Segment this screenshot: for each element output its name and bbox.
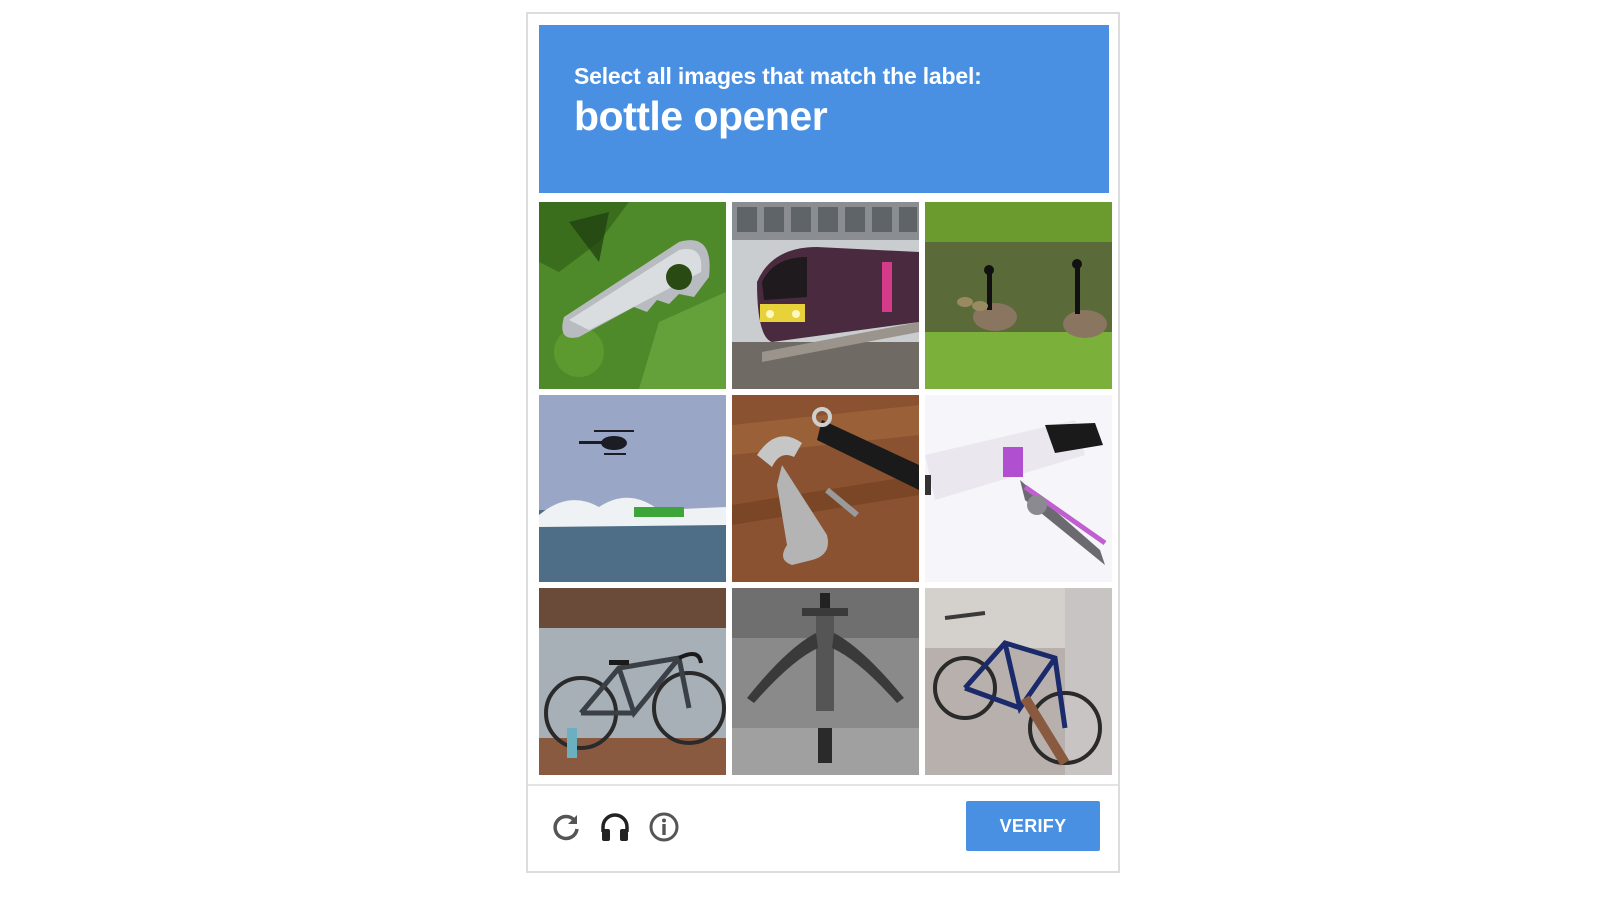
captcha-target-label: bottle opener: [574, 93, 828, 139]
image-grid: [539, 202, 1113, 776]
tile-bikes-parked[interactable]: [925, 588, 1112, 775]
headphones-icon[interactable]: [598, 810, 632, 844]
tile-waiter-corkscrew[interactable]: [732, 395, 919, 582]
captcha-dialog: Select all images that match the label: …: [526, 12, 1120, 873]
tile-road-bike[interactable]: [539, 588, 726, 775]
refresh-icon[interactable]: [549, 810, 583, 844]
tile-geese[interactable]: [925, 202, 1112, 389]
tile-bottle-opener-keychain[interactable]: [539, 202, 726, 389]
tile-helicopter[interactable]: [539, 395, 726, 582]
verify-button[interactable]: VERIFY: [966, 801, 1100, 851]
captcha-instruction: Select all images that match the label:: [574, 63, 982, 89]
tile-train[interactable]: [732, 202, 919, 389]
footer-divider: [528, 784, 1118, 786]
tile-wine-opener-device[interactable]: [925, 395, 1112, 582]
tile-winged-corkscrew[interactable]: [732, 588, 919, 775]
info-icon[interactable]: [647, 810, 681, 844]
captcha-header: Select all images that match the label: …: [539, 25, 1109, 193]
